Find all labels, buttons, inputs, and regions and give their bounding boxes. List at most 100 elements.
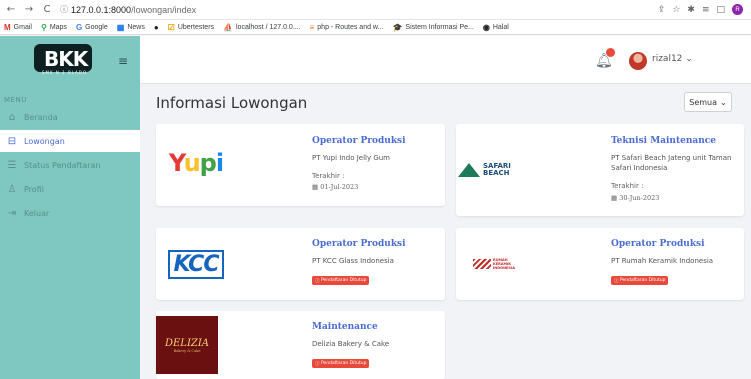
user-icon: ♙ <box>7 183 17 195</box>
job-card[interactable]: SAFARI BEACH Teknisi Maintenance PT Safa… <box>456 124 744 216</box>
job-title[interactable]: Operator Produksi <box>611 239 705 249</box>
bookmark-github[interactable]: ● <box>154 23 159 32</box>
bookmark-sistem-informasi[interactable]: 🎓 Sistem Informasi Pe... <box>392 23 473 32</box>
google-icon: G <box>75 22 83 32</box>
forward-icon[interactable]: → <box>22 3 36 17</box>
logout-icon: ⇥ <box>7 207 17 219</box>
hat-icon: 🎓 <box>392 22 403 32</box>
company-logo-yupi: Yupi <box>158 138 234 188</box>
company-name: PT KCC Glass Indonesia <box>312 257 394 265</box>
chevron-down-icon: ⌄ <box>685 54 693 64</box>
url-path: /lowongan/index <box>131 4 197 15</box>
url-host: 127.0.0.1:8000 <box>71 4 132 15</box>
company-logo-kcc: KCC <box>158 238 234 290</box>
home-icon: ⌂ <box>8 111 16 123</box>
bookmark-ubertesters[interactable]: ☑ Ubertesters <box>168 23 214 32</box>
yupi-logo: Yupi <box>168 149 224 177</box>
list-icon: ☰ <box>7 159 17 171</box>
sidebar-item-keluar[interactable]: ⇥ Keluar <box>0 202 140 224</box>
kcc-logo: KCC <box>167 249 225 279</box>
info-icon: ⓘ <box>315 361 320 367</box>
hamburger-menu-icon[interactable]: ≡ <box>118 54 128 68</box>
reload-icon[interactable]: C <box>40 3 54 17</box>
chevron-down-icon: ⌄ <box>720 97 727 107</box>
bookmark-php-routes[interactable]: ≡ php - Routes and w... <box>310 23 384 32</box>
page-title: Informasi Lowongan <box>156 94 308 112</box>
bookmark-phpmyadmin[interactable]: ⛵ localhost / 127.0.0.... <box>223 23 301 32</box>
deadline-date: ▦ 01-Jul-2023 <box>312 183 359 191</box>
profile-avatar[interactable]: R <box>732 4 743 15</box>
browser-toolbar: ← → C ⓘ 127.0.0.1:8000/lowongan/index ⇪ … <box>0 0 751 20</box>
status-badge: ⓘ Pendaftaran Ditutup <box>312 276 370 285</box>
company-name: PT Rumah Keramik Indonesia <box>611 257 714 265</box>
stackoverflow-icon: ≡ <box>309 22 315 32</box>
delizia-logo: DELIZIA Bakery & Cake <box>156 316 218 374</box>
company-logo-delizia: DELIZIA Bakery & Cake <box>156 316 218 374</box>
job-card[interactable]: DELIZIA Bakery & Cake Maintenance Delizi… <box>156 311 445 379</box>
brand-area: BKK SMK N 1 BLADO ≡ <box>0 36 140 84</box>
bkk-logo[interactable]: BKK SMK N 1 BLADO <box>28 42 100 78</box>
bookmark-maps[interactable]: ⚲ Maps <box>41 23 67 32</box>
github-icon: ● <box>153 22 159 32</box>
globe-icon: ◉ <box>482 22 490 32</box>
bookmark-halal[interactable]: ◉ Halal <box>483 23 509 32</box>
rumah-keramik-stripes <box>473 259 491 269</box>
sidebar: BKK SMK N 1 BLADO ≡ MENU ⌂ Beranda ⊟ Low… <box>0 36 140 379</box>
share-icon[interactable]: ⇪ <box>658 5 666 15</box>
deadline-label: Terakhir : <box>312 172 345 180</box>
menu-section-label: MENU <box>4 96 27 104</box>
logo-text: BKK <box>44 47 88 71</box>
info-icon: ⓘ <box>315 278 320 284</box>
calendar-icon: ▦ <box>611 194 618 202</box>
phpmyadmin-icon: ⛵ <box>223 22 233 32</box>
job-card[interactable]: Yupi Operator Produksi PT Yupi Indo Jell… <box>156 124 445 206</box>
sidebar-item-label: Status Pendaftaran <box>24 160 101 170</box>
company-logo-safari-beach: SAFARI BEACH <box>458 142 534 198</box>
sidebar-item-label: Lowongan <box>24 136 65 146</box>
deadline-label: Terakhir : <box>611 182 644 190</box>
back-icon[interactable]: ← <box>4 3 18 17</box>
split-view-icon[interactable]: □ <box>716 5 725 15</box>
sidebar-item-lowongan[interactable]: ⊟ Lowongan <box>0 130 140 152</box>
gmail-icon: M <box>4 22 11 32</box>
calendar-icon: ▦ <box>312 183 319 191</box>
deadline-date: ▦ 30-Jun-2023 <box>611 194 660 202</box>
maps-icon: ⚲ <box>40 22 47 32</box>
logo-subtitle: SMK N 1 BLADO <box>42 70 87 75</box>
filter-dropdown[interactable]: Semua ⌄ <box>684 92 732 112</box>
job-card[interactable]: RUMAH KERAMIK INDONESIA Operator Produks… <box>456 228 744 300</box>
job-card[interactable]: KCC Operator Produksi PT KCC Glass Indon… <box>156 228 445 300</box>
status-badge: ⓘ Pendaftaran Ditutup <box>611 276 669 285</box>
reading-list-icon[interactable]: ≡ <box>702 5 710 15</box>
briefcase-icon: ⊟ <box>7 135 17 147</box>
company-name: PT Yupi Indo Jelly Gum <box>312 154 391 162</box>
address-bar[interactable]: ⓘ 127.0.0.1:8000/lowongan/index <box>60 2 196 18</box>
sidebar-item-beranda[interactable]: ⌂ Beranda <box>0 106 140 128</box>
company-logo-rumah-keramik: RUMAH KERAMIK INDONESIA <box>458 238 534 290</box>
job-title[interactable]: Maintenance <box>312 322 378 332</box>
sidebar-item-status-pendaftaran[interactable]: ☰ Status Pendaftaran <box>0 154 140 176</box>
rumah-keramik-logo: RUMAH KERAMIK INDONESIA <box>473 258 519 270</box>
sidebar-item-profil[interactable]: ♙ Profil <box>0 178 140 200</box>
news-icon: ▦ <box>116 22 125 32</box>
job-title[interactable]: Operator Produksi <box>312 239 406 249</box>
site-info-icon[interactable]: ⓘ <box>60 4 68 15</box>
top-navbar: 🔔︎ rizal12 ⌄ <box>140 36 751 84</box>
sidebar-item-label: Beranda <box>24 112 58 122</box>
bookmark-gmail[interactable]: M Gmail <box>4 23 32 32</box>
info-icon: ⓘ <box>614 278 619 284</box>
bookmark-google[interactable]: G Google <box>76 23 108 32</box>
job-title[interactable]: Operator Produksi <box>312 136 406 146</box>
bookmark-star-icon[interactable]: ☆ <box>672 5 680 15</box>
user-avatar[interactable] <box>629 52 647 70</box>
status-badge: ⓘ Pendaftaran Ditutup <box>312 359 370 368</box>
bookmarks-bar: M Gmail ⚲ Maps G Google ▦ News ● ☑ Ubertester… <box>0 20 751 35</box>
bookmark-news[interactable]: ▦ News <box>117 23 145 32</box>
company-name: Delizia Bakery & Cake <box>312 340 390 348</box>
extensions-icon[interactable]: ✱ <box>687 5 695 15</box>
browser-actions: ⇪ ☆ ✱ ≡ □ R <box>658 4 751 15</box>
username-dropdown[interactable]: rizal12 ⌄ <box>652 54 693 64</box>
job-title[interactable]: Teknisi Maintenance <box>611 136 716 146</box>
safari-beach-logo: SAFARI BEACH <box>458 163 534 177</box>
notification-badge <box>606 48 615 57</box>
